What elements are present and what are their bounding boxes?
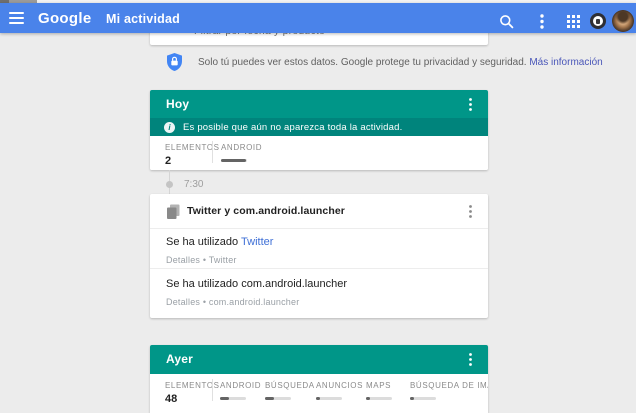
- shield-lock-icon: [167, 53, 182, 71]
- twitter-link[interactable]: Twitter: [241, 236, 273, 248]
- avatar[interactable]: [612, 10, 634, 32]
- timeline-time: 7:30: [184, 179, 203, 190]
- today-card-title: Hoy: [166, 97, 189, 111]
- today-stats: ELEMENTOS 2 ANDROID: [150, 136, 488, 170]
- activity-row-twitter: Se ha utilizado Twitter Detalles • Twitt…: [166, 236, 273, 265]
- yesterday-category-anuncios[interactable]: ANUNCIOS: [316, 381, 363, 400]
- yesterday-stats: ELEMENTOS 48 ANDROID BÚSQUEDA ANUNCIOS M…: [150, 374, 488, 413]
- category-bar: [410, 397, 436, 400]
- google-logo: Google: [38, 10, 91, 27]
- search-icon[interactable]: [493, 8, 519, 34]
- yesterday-category-imagenes[interactable]: BÚSQUEDA DE IMÁGENES: [410, 381, 488, 400]
- privacy-note: Solo tú puedes ver estos datos. Google p…: [165, 52, 495, 72]
- timeline-dot: [166, 181, 173, 188]
- today-notice-bar: i Es posible que aún no aparezca toda la…: [150, 118, 488, 136]
- activity-overflow-icon[interactable]: [461, 202, 479, 220]
- today-card-header: Hoy: [150, 90, 488, 118]
- category-bar: [265, 397, 291, 400]
- activity-card: Twitter y com.android.launcher Se ha uti…: [150, 194, 488, 318]
- category-bar: [220, 397, 246, 400]
- privacy-text: Solo tú puedes ver estos datos. Google p…: [198, 57, 529, 68]
- activity-title: Twitter y com.android.launcher: [187, 205, 345, 217]
- category-bar: [221, 159, 247, 162]
- account-circle-icon[interactable]: [590, 13, 606, 29]
- stats-divider: [212, 379, 213, 401]
- activity-row-details: Detalles • Twitter: [166, 255, 273, 265]
- row-divider: [150, 228, 488, 229]
- yesterday-overflow-icon[interactable]: [461, 351, 479, 369]
- app-bar: Google Mi actividad: [0, 3, 636, 33]
- my-activity-page: Filtrar por fecha y producto Google Mi a…: [0, 0, 636, 413]
- today-overflow-icon[interactable]: [461, 95, 479, 113]
- category-bar: [366, 397, 392, 400]
- page-title: Mi actividad: [106, 12, 180, 26]
- today-card: Hoy i Es posible que aún no aparezca tod…: [150, 90, 488, 170]
- yesterday-category-maps[interactable]: MAPS: [366, 381, 392, 400]
- privacy-more-info-link[interactable]: Más información: [529, 57, 602, 68]
- yesterday-category-android[interactable]: ANDROID: [220, 381, 261, 400]
- row-divider: [150, 268, 488, 269]
- yesterday-card-title: Ayer: [166, 352, 193, 366]
- category-bar: [316, 397, 342, 400]
- today-category-android[interactable]: ANDROID: [221, 143, 262, 162]
- menu-icon[interactable]: [9, 12, 24, 24]
- activity-card-header: Twitter y com.android.launcher: [150, 194, 488, 228]
- yesterday-card: Ayer ELEMENTOS 48 ANDROID BÚSQUEDA ANUNC…: [150, 345, 488, 413]
- overflow-menu-icon[interactable]: [529, 8, 555, 34]
- yesterday-category-busqueda[interactable]: BÚSQUEDA: [265, 381, 315, 400]
- activity-row-details: Detalles • com.android.launcher: [166, 297, 347, 307]
- yesterday-card-header: Ayer: [150, 345, 488, 374]
- activity-row-launcher: Se ha utilizado com.android.launcher Det…: [166, 278, 347, 307]
- apps-grid-icon[interactable]: [560, 8, 586, 34]
- info-icon: i: [164, 122, 175, 133]
- stats-divider: [212, 141, 213, 163]
- stacked-pages-icon: [166, 204, 181, 219]
- today-notice-text: Es posible que aún no aparezca toda la a…: [183, 122, 402, 133]
